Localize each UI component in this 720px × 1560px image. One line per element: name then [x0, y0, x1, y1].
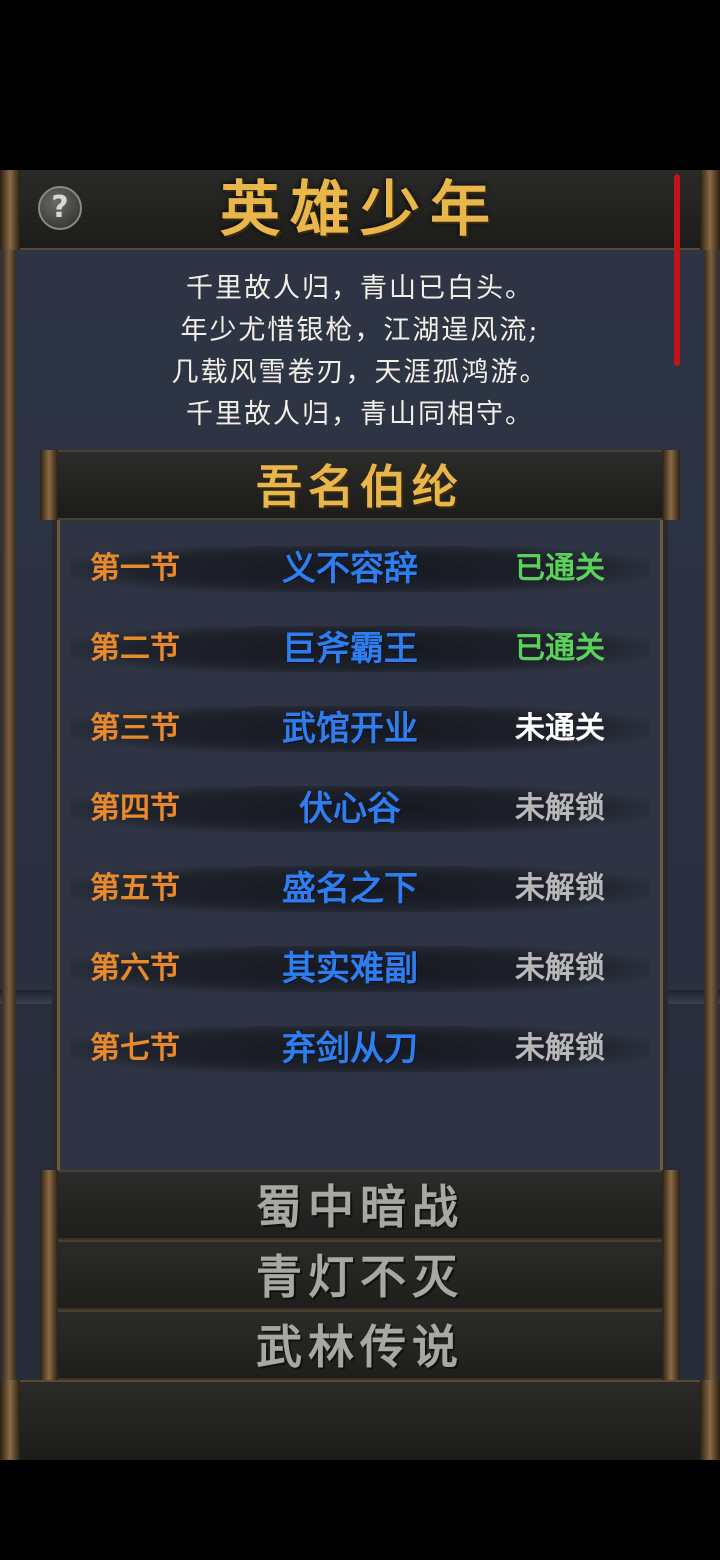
section-number: 第四节	[90, 791, 180, 826]
section-status: 未解锁	[515, 791, 605, 826]
status-bar-area	[0, 0, 720, 170]
section-status: 未解锁	[515, 871, 605, 906]
chapter-bar-shuzhong[interactable]: 蜀中暗战	[40, 1170, 680, 1240]
poem: 千里故人归，青山已白头。 年少尤惜银枪，江湖逞风流; 几载风雪卷刃，天涯孤鸿游。…	[60, 268, 660, 436]
chapter-title: 吾名伯纶	[256, 460, 464, 514]
scroll-rod-left	[2, 170, 16, 1460]
section-name: 其实难副	[282, 949, 418, 989]
poem-line: 几载风雪卷刃，天涯孤鸿游。	[171, 357, 549, 388]
section-number: 第一节	[90, 551, 180, 586]
footer-bar	[14, 1380, 706, 1460]
section-name: 武馆开业	[282, 709, 418, 749]
poem-line: 千里故人归，青山同相守。	[186, 399, 534, 430]
section-row-4[interactable]: 第四节 伏心谷 未解锁	[70, 778, 650, 840]
section-row-1[interactable]: 第一节 义不容辞 已通关	[70, 538, 650, 600]
section-row-6[interactable]: 第六节 其实难副 未解锁	[70, 938, 650, 1000]
section-status: 未通关	[515, 711, 605, 746]
section-row-3[interactable]: 第三节 武馆开业 未通关	[70, 698, 650, 760]
page-title: 英雄少年	[220, 175, 500, 245]
header-rod-left	[0, 170, 20, 250]
chapter-label: 青灯不灭	[256, 1250, 464, 1304]
scrollbar[interactable]	[674, 174, 680, 366]
chapter-label: 武林传说	[256, 1320, 464, 1374]
chapter-bar-qingdeng[interactable]: 青灯不灭	[40, 1240, 680, 1310]
section-status: 已通关	[515, 631, 605, 666]
section-number: 第二节	[90, 631, 180, 666]
chapter-label: 蜀中暗战	[256, 1180, 464, 1234]
section-name: 巨斧霸王	[282, 629, 418, 669]
footer-rod-left	[0, 1380, 20, 1460]
section-status: 已通关	[515, 551, 605, 586]
chapter-header-expanded[interactable]: 吾名伯纶	[40, 450, 680, 520]
question-mark-icon[interactable]: ?	[38, 186, 82, 230]
navigation-bar-area	[0, 1460, 720, 1560]
footer-rod-right	[700, 1380, 720, 1460]
section-name: 义不容辞	[282, 549, 418, 589]
section-number: 第三节	[90, 711, 180, 746]
section-row-5[interactable]: 第五节 盛名之下 未解锁	[70, 858, 650, 920]
section-name: 伏心谷	[299, 789, 401, 829]
chapter-bar-wulin[interactable]: 武林传说	[40, 1310, 680, 1380]
section-number: 第五节	[90, 871, 180, 906]
section-number: 第六节	[90, 951, 180, 986]
section-name: 盛名之下	[282, 869, 418, 909]
section-number: 第七节	[90, 1031, 180, 1066]
section-status: 未解锁	[515, 951, 605, 986]
section-name: 弃剑从刀	[282, 1029, 418, 1069]
header-rod-right	[700, 170, 720, 250]
poem-line: 千里故人归，青山已白头。	[186, 273, 534, 304]
poem-line: 年少尤惜银枪，江湖逞风流;	[180, 315, 540, 346]
section-row-2[interactable]: 第二节 巨斧霸王 已通关	[70, 618, 650, 680]
scroll-rod-right	[704, 170, 718, 1460]
section-row-7[interactable]: 第七节 弃剑从刀 未解锁	[70, 1018, 650, 1080]
section-status: 未解锁	[515, 1031, 605, 1066]
